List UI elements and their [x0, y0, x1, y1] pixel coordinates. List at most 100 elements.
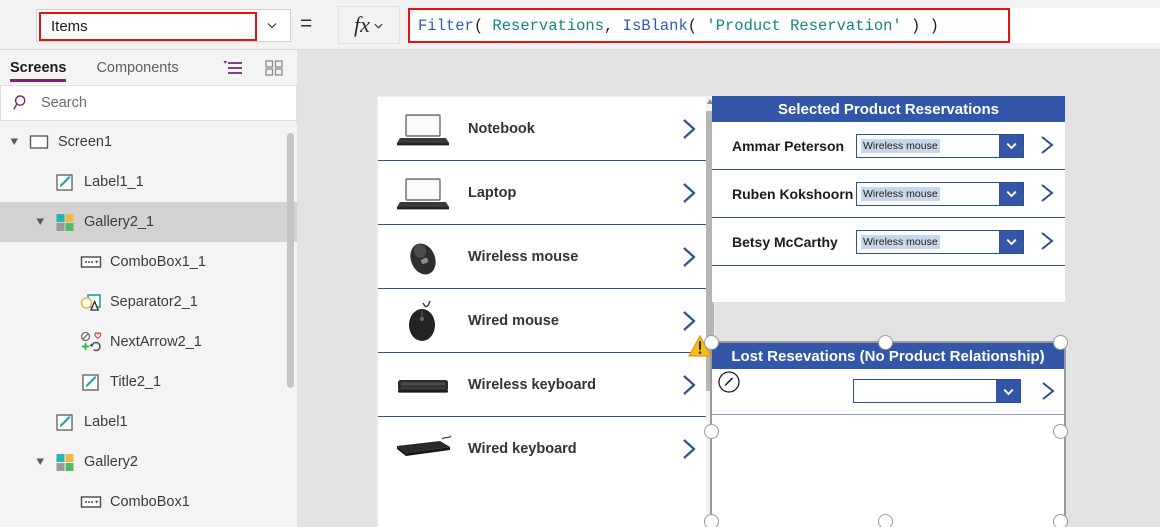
tree-item-combobox1_1[interactable]: ComboBox1_1	[0, 242, 297, 282]
combobox-dropdown-button[interactable]	[999, 134, 1023, 157]
next-arrow-icon[interactable]	[1037, 134, 1057, 156]
edit-pencil-icon[interactable]	[718, 371, 740, 393]
product-row[interactable]: Wired mouse	[378, 289, 714, 353]
tree-item-label: Title2_1	[110, 374, 162, 390]
chevron-down-icon[interactable]	[373, 20, 384, 31]
selection-handle-bottom-right[interactable]	[1053, 514, 1068, 527]
tree-item-nextarrow2_1[interactable]: NextArrow2_1	[0, 322, 297, 362]
expand-caret-icon[interactable]	[36, 457, 46, 467]
selection-handle-top-center[interactable]	[878, 335, 893, 350]
search-input[interactable]: Search	[41, 95, 87, 111]
lost-reservations-row[interactable]	[712, 369, 1064, 415]
wired-mouse-image	[409, 300, 435, 341]
tree-item-label: Gallery2_1	[84, 214, 155, 230]
product-rows-container: Notebook Laptop Wireless mouse Wired mouse W…	[378, 97, 714, 481]
lost-reservations-gallery[interactable]: Lost Resevations (No Product Relationshi…	[688, 335, 1068, 527]
gallery-icon	[56, 454, 74, 471]
lost-reservation-combobox[interactable]	[853, 379, 1021, 403]
next-arrow-icon[interactable]	[1037, 182, 1057, 204]
selection-handle-top-left[interactable]	[704, 335, 719, 350]
tree-item-gallery2_1[interactable]: Gallery2_1	[0, 202, 297, 242]
separator-icon	[80, 294, 101, 311]
combobox-dropdown-button[interactable]	[999, 182, 1023, 205]
tab-components[interactable]: Components	[96, 50, 178, 85]
next-arrow-icon[interactable]	[1038, 380, 1058, 402]
expand-caret-icon[interactable]	[10, 137, 20, 147]
tree-item-label: ComboBox1	[110, 494, 190, 510]
fx-button[interactable]: fx	[338, 6, 400, 44]
tab-components-label: Components	[96, 59, 179, 76]
reservation-combobox[interactable]: Wireless mouse	[856, 229, 1024, 254]
component-tree: Screen1 Label1_1 Gallery2_1 ComboBox1_1 Sepa…	[0, 122, 297, 527]
left-tree-panel: Screens Components Search Screen1 Label1…	[0, 50, 297, 527]
selection-handle-top-right[interactable]	[1053, 335, 1068, 350]
product-name-label: Wired mouse	[468, 312, 559, 329]
property-selector-highlight[interactable]: Items	[39, 12, 257, 41]
tree-scrollbar-thumb[interactable]	[287, 133, 294, 388]
formula-token-2: Reservations	[492, 16, 605, 35]
formula-input[interactable]: Filter( Reservations, IsBlank( 'Product …	[408, 8, 1010, 43]
next-arrow-icon[interactable]	[1037, 230, 1057, 252]
reservation-row[interactable]: Ammar Peterson Wireless mouse	[712, 122, 1065, 170]
product-name-label: Wireless mouse	[468, 248, 579, 265]
tree-item-label: Label1	[84, 414, 128, 430]
product-row[interactable]: Notebook	[378, 97, 714, 161]
next-arrow-icon[interactable]	[678, 437, 700, 461]
formula-token-6: 'Product Reservation'	[706, 16, 902, 35]
next-arrow-icon[interactable]	[678, 117, 700, 141]
property-selector[interactable]: Items	[36, 9, 291, 42]
reservation-row[interactable]: Betsy McCarthy Wireless mouse	[712, 218, 1065, 266]
formula-token-4: IsBlank	[622, 16, 688, 35]
lost-reservation-combobox-value	[858, 390, 862, 392]
next-arrow-icon[interactable]	[678, 245, 700, 269]
tree-item-label1_1[interactable]: Label1_1	[0, 162, 297, 202]
tree-item-title2_1[interactable]: Title2_1	[0, 362, 297, 402]
chevron-down-icon[interactable]	[266, 19, 278, 31]
product-row[interactable]: Laptop	[378, 161, 714, 225]
selection-handle-bottom-center[interactable]	[878, 514, 893, 527]
formula-token-7: ) )	[901, 16, 939, 35]
tree-item-gallery2[interactable]: Gallery2	[0, 442, 297, 482]
expand-caret-icon[interactable]	[36, 217, 46, 227]
search-box[interactable]: Search	[0, 85, 297, 121]
product-thumbnail	[392, 427, 454, 471]
formula-bar-blank-area	[1010, 8, 1160, 43]
reservation-person-name: Ruben Kokshoorn	[732, 185, 854, 202]
selection-handle-middle-right[interactable]	[1053, 424, 1068, 439]
label-icon	[56, 174, 73, 191]
selected-reservations-gallery[interactable]: Selected Product Reservations Ammar Pete…	[712, 96, 1065, 302]
tree-item-label: Separator2_1	[110, 294, 198, 310]
next-arrow-icon[interactable]	[678, 373, 700, 397]
tree-item-combobox1[interactable]: ComboBox1	[0, 482, 297, 522]
tree-item-label: Gallery2	[84, 454, 138, 470]
formula-bar: Items = fx Filter( Reservations, IsBlank…	[0, 0, 1160, 50]
combobox-dropdown-button[interactable]	[999, 230, 1023, 253]
tree-view-icon[interactable]	[223, 59, 243, 77]
reservation-row[interactable]: Ruben Kokshoorn Wireless mouse	[712, 170, 1065, 218]
wireless-mouse-image	[410, 242, 436, 275]
product-thumbnail	[392, 235, 454, 279]
next-arrow-icon[interactable]	[678, 309, 700, 333]
product-list-gallery[interactable]: Notebook Laptop Wireless mouse Wired mouse W…	[377, 96, 715, 527]
next-arrow-icon[interactable]	[678, 181, 700, 205]
tab-screens-label: Screens	[10, 59, 67, 76]
tree-item-separator2_1[interactable]: Separator2_1	[0, 282, 297, 322]
selection-handle-bottom-left[interactable]	[704, 514, 719, 527]
thumbnail-view-icon[interactable]	[265, 60, 283, 76]
tree-item-screen1[interactable]: Screen1	[0, 122, 297, 162]
product-row[interactable]: Wireless keyboard	[378, 353, 714, 417]
selection-handle-middle-left[interactable]	[704, 424, 719, 439]
combobox-dropdown-button[interactable]	[996, 380, 1020, 402]
wireless-keyboard-image	[398, 379, 448, 393]
tree-item-label1[interactable]: Label1	[0, 402, 297, 442]
label-icon	[82, 374, 99, 391]
tree-item-label: ComboBox1_1	[110, 254, 206, 270]
selected-reservations-rows: Ammar Peterson Wireless mouse Ruben Koksho…	[712, 122, 1065, 266]
product-row[interactable]: Wired keyboard	[378, 417, 714, 481]
tab-screens[interactable]: Screens	[10, 50, 67, 85]
reservation-person-name: Betsy McCarthy	[732, 233, 838, 250]
app-canvas: Notebook Laptop Wireless mouse Wired mouse W…	[297, 50, 1160, 527]
reservation-combobox[interactable]: Wireless mouse	[856, 181, 1024, 206]
reservation-combobox[interactable]: Wireless mouse	[856, 133, 1024, 158]
product-row[interactable]: Wireless mouse	[378, 225, 714, 289]
